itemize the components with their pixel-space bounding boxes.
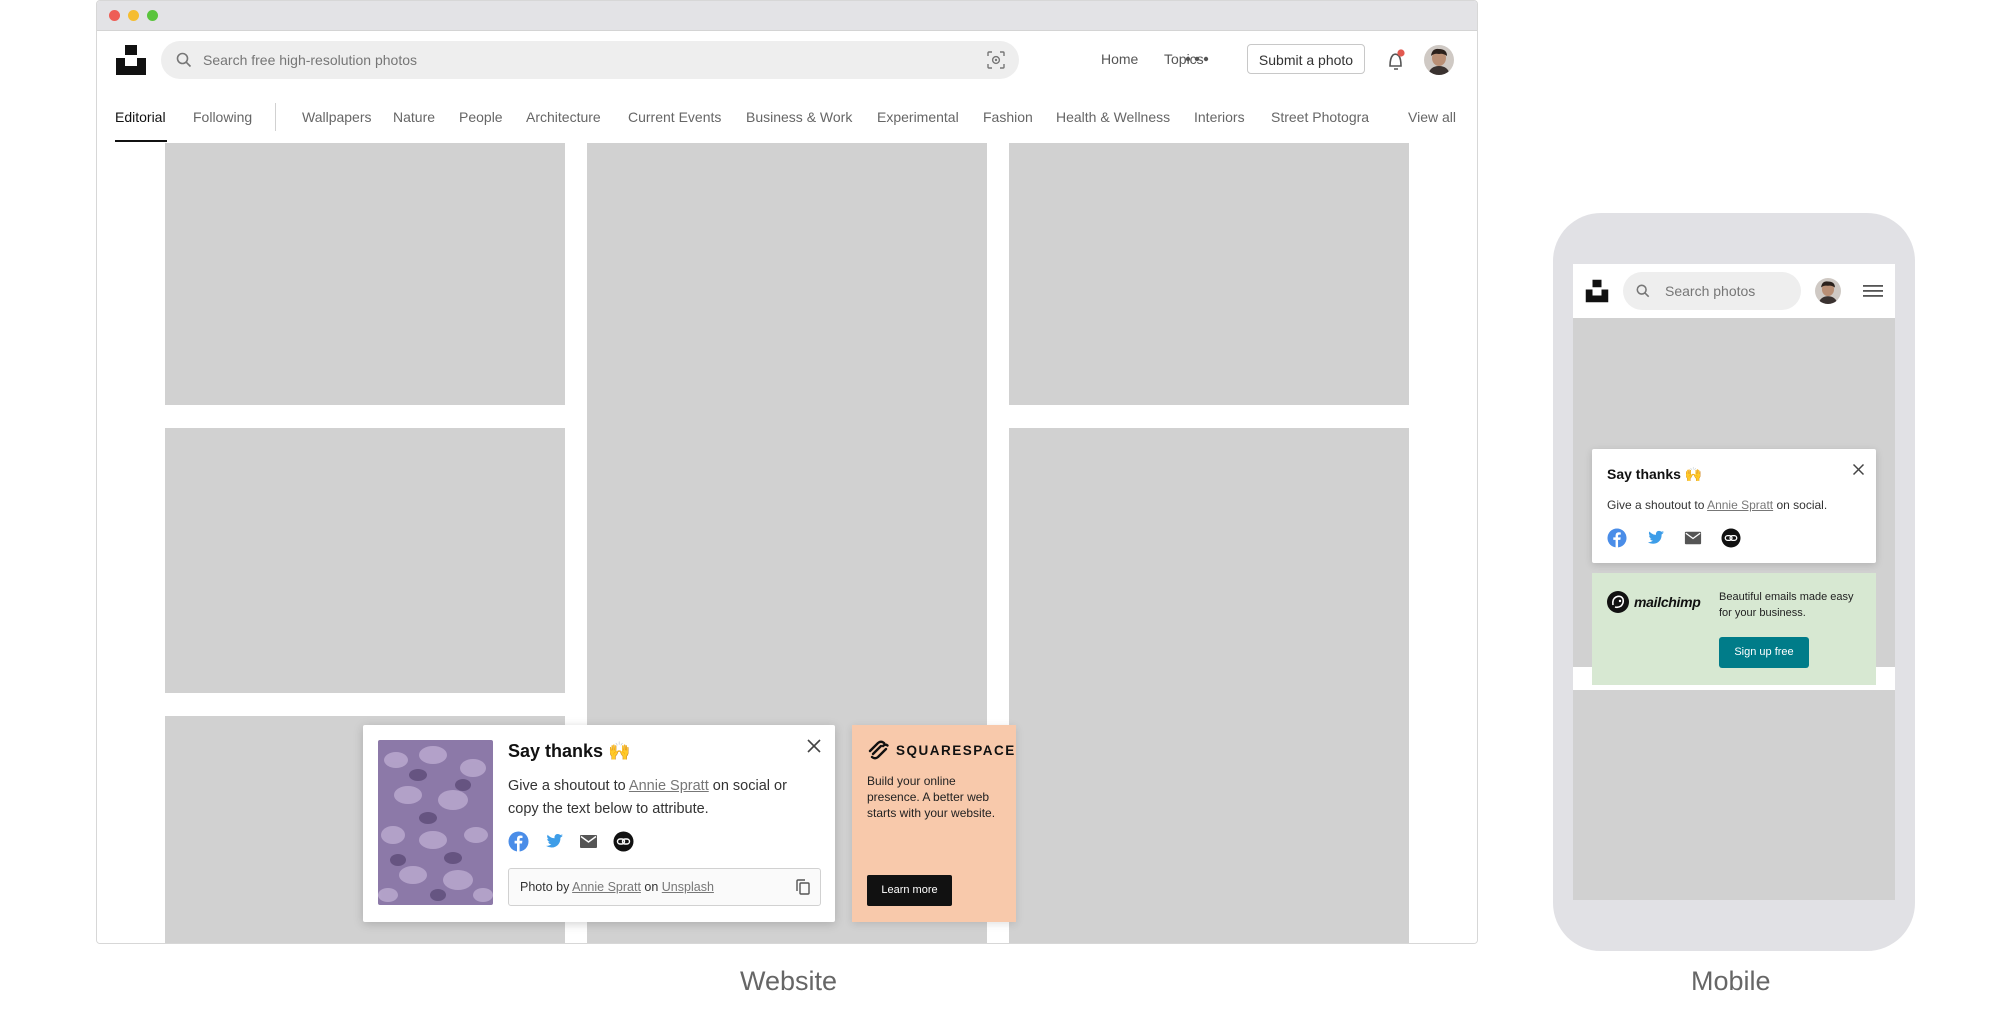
- squarespace-brand: SQUARESPACE: [896, 742, 1016, 758]
- mobile-caption: Mobile: [1691, 966, 1771, 996]
- tab-street-photography[interactable]: Street Photogra: [1271, 109, 1369, 125]
- tab-wallpapers[interactable]: Wallpapers: [302, 109, 372, 125]
- flower-photo-thumbnail: [378, 740, 493, 905]
- mobile-screen: Search photos Say thanks 🙌 Give a shouto…: [1573, 264, 1895, 900]
- twitter-icon[interactable]: [1645, 528, 1665, 548]
- sign-up-free-button[interactable]: Sign up free: [1719, 637, 1809, 668]
- mailchimp-ad-text: Beautiful emails made easy for your busi…: [1719, 591, 1854, 619]
- search-placeholder: Search free high-resolution photos: [203, 52, 418, 68]
- photo-placeholder[interactable]: [165, 428, 565, 693]
- mobile-search-placeholder: Search photos: [1665, 283, 1756, 299]
- author-link[interactable]: Annie Spratt: [1707, 498, 1773, 512]
- close-icon[interactable]: [1851, 462, 1866, 477]
- facebook-icon[interactable]: [1607, 528, 1627, 548]
- category-nav: Editorial Following Wallpapers Nature Pe…: [97, 91, 1477, 144]
- say-thanks-popup: Say thanks 🙌 Give a shoutout to Annie Sp…: [363, 725, 835, 922]
- learn-more-button[interactable]: Learn more: [867, 875, 952, 906]
- mailchimp-ad: mailchimp Beautiful emails made easy for…: [1592, 573, 1876, 685]
- attribution-text: Photo by Annie Spratt on Unsplash: [520, 880, 714, 894]
- tab-following[interactable]: Following: [193, 109, 252, 125]
- search-icon: [1636, 284, 1650, 298]
- mailchimp-logo-icon: [1607, 591, 1629, 613]
- twitter-icon[interactable]: [543, 831, 564, 852]
- email-icon[interactable]: [578, 831, 599, 852]
- website-caption: Website: [740, 966, 838, 996]
- mobile-photo-placeholder[interactable]: [1573, 690, 1895, 900]
- photo-placeholder[interactable]: [165, 143, 565, 405]
- facebook-icon[interactable]: [508, 831, 529, 852]
- window-maximize-dot[interactable]: [147, 10, 158, 21]
- unsplash-logo[interactable]: [115, 44, 147, 76]
- mobile-say-thanks-popup: Say thanks 🙌 Give a shoutout to Annie Sp…: [1592, 449, 1876, 563]
- mobile-search-bar[interactable]: Search photos: [1623, 272, 1801, 310]
- more-dots-icon[interactable]: [1185, 49, 1209, 69]
- tab-editorial[interactable]: Editorial: [115, 109, 166, 125]
- photo-placeholder[interactable]: [1009, 428, 1409, 943]
- say-thanks-title: Say thanks 🙌: [1607, 466, 1703, 482]
- tab-experimental[interactable]: Experimental: [877, 109, 959, 125]
- tab-people[interactable]: People: [459, 109, 503, 125]
- user-avatar[interactable]: [1424, 45, 1454, 75]
- link-icon[interactable]: [1721, 528, 1741, 548]
- attr-author-link[interactable]: Annie Spratt: [572, 880, 641, 894]
- email-icon[interactable]: [1683, 528, 1703, 548]
- tab-health-wellness[interactable]: Health & Wellness: [1056, 109, 1170, 125]
- desc-text: on social.: [1773, 498, 1828, 512]
- active-tab-underline: [115, 140, 167, 142]
- mailchimp-brand: mailchimp: [1634, 594, 1701, 610]
- desc-text: Give a shoutout to: [1607, 498, 1708, 512]
- squarespace-ad-text: Build your online presence. A better web…: [867, 774, 996, 820]
- mobile-phone-frame: Search photos Say thanks 🙌 Give a shouto…: [1553, 213, 1915, 951]
- attr-unsplash-link[interactable]: Unsplash: [662, 880, 714, 894]
- tab-interiors[interactable]: Interiors: [1194, 109, 1245, 125]
- tab-nature[interactable]: Nature: [393, 109, 435, 125]
- search-bar[interactable]: Search free high-resolution photos: [161, 41, 1019, 79]
- attr-text: Photo by: [520, 880, 573, 894]
- visual-search-icon[interactable]: [987, 51, 1005, 69]
- category-divider: [275, 103, 276, 131]
- mobile-header: Search photos: [1573, 264, 1895, 318]
- desc-text: Give a shoutout to: [508, 778, 629, 794]
- link-icon[interactable]: [613, 831, 634, 852]
- nav-home-link[interactable]: Home: [1101, 51, 1138, 67]
- squarespace-logo-row: SQUARESPACE: [866, 739, 1016, 761]
- window-close-dot[interactable]: [109, 10, 120, 21]
- tab-architecture[interactable]: Architecture: [526, 109, 601, 125]
- tab-fashion[interactable]: Fashion: [983, 109, 1033, 125]
- user-avatar[interactable]: [1815, 278, 1841, 304]
- squarespace-logo-icon: [868, 740, 889, 760]
- author-link[interactable]: Annie Spratt: [629, 778, 709, 794]
- browser-titlebar: [97, 1, 1477, 31]
- menu-icon[interactable]: [1863, 283, 1883, 299]
- tab-business-work[interactable]: Business & Work: [746, 109, 852, 125]
- window-minimize-dot[interactable]: [128, 10, 139, 21]
- tab-current-events[interactable]: Current Events: [628, 109, 721, 125]
- share-icons: [1607, 528, 1741, 548]
- say-thanks-description: Give a shoutout to Annie Spratt on socia…: [508, 775, 813, 821]
- submit-photo-button[interactable]: Submit a photo: [1247, 44, 1365, 74]
- share-icons: [508, 831, 634, 852]
- attr-text: on: [640, 880, 662, 894]
- attribution-text-box[interactable]: Photo by Annie Spratt on Unsplash: [508, 868, 821, 906]
- photo-placeholder[interactable]: [1009, 143, 1409, 405]
- unsplash-logo[interactable]: [1585, 279, 1609, 303]
- search-icon: [176, 52, 192, 68]
- copy-icon[interactable]: [794, 878, 812, 896]
- site-header: Search free high-resolution photos Home …: [97, 31, 1477, 91]
- close-icon[interactable]: [805, 737, 823, 755]
- bell-icon[interactable]: [1385, 48, 1407, 72]
- squarespace-ad: SQUARESPACE Build your online presence. …: [852, 725, 1016, 922]
- mailchimp-logo-row: mailchimp: [1606, 590, 1701, 614]
- say-thanks-description: Give a shoutout to Annie Spratt on socia…: [1607, 498, 1827, 512]
- say-thanks-title: Say thanks 🙌: [508, 741, 631, 761]
- tab-view-all[interactable]: View all: [1408, 109, 1456, 125]
